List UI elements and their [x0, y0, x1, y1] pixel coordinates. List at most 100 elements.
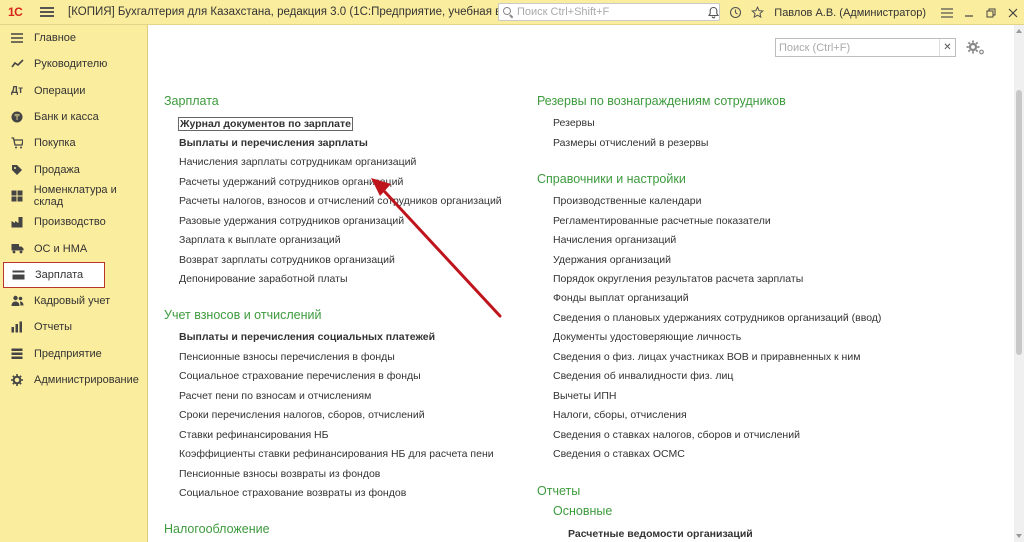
panel-search-input[interactable]: Поиск (Ctrl+F) ✕	[775, 38, 956, 57]
link-penalty-calculation[interactable]: Расчет пени по взносам и отчислениям	[179, 390, 371, 402]
section-panel: Поиск (Ctrl+F) ✕ Зарплата Журнал докумен…	[149, 25, 1024, 542]
window-title: [КОПИЯ] Бухгалтерия для Казахстана, реда…	[68, 6, 537, 18]
sidebar-item-manager[interactable]: Руководителю	[0, 51, 147, 77]
sidebar-item-operations[interactable]: Дт Операции	[0, 78, 147, 104]
link-social-insurance-transfers[interactable]: Социальное страхование перечисления в фо…	[179, 370, 421, 382]
link-ipn-deductions[interactable]: Вычеты ИПН	[553, 390, 616, 402]
link-osms-rates[interactable]: Сведения о ставках ОСМС	[553, 448, 685, 460]
chart-icon	[10, 57, 24, 71]
sidebar-item-sales[interactable]: Продажа	[0, 156, 147, 182]
clear-search-icon[interactable]: ✕	[939, 39, 955, 56]
sidebar-item-purchase[interactable]: Покупка	[0, 130, 147, 156]
link-org-accruals[interactable]: Начисления организаций	[553, 234, 676, 246]
bank-icon: ₸	[10, 110, 24, 124]
link-social-insurance-returns[interactable]: Социальное страхование возвраты из фондо…	[179, 487, 406, 499]
history-icon[interactable]	[724, 0, 746, 25]
link-refinancing-coefficients[interactable]: Коэффициенты ставки рефинансирования НБ …	[179, 448, 494, 460]
link-salary-return[interactable]: Возврат зарплаты сотрудников организаций	[179, 254, 395, 266]
settings-menu-icon[interactable]	[936, 0, 958, 25]
scroll-thumb[interactable]	[1016, 90, 1022, 355]
production-icon	[10, 215, 24, 229]
1c-logo-icon: 1С	[8, 5, 23, 19]
reports-icon	[10, 320, 24, 334]
operations-icon: Дт	[10, 85, 24, 97]
sidebar-item-main[interactable]: Главное	[0, 25, 147, 51]
favorites-star-icon[interactable]	[746, 0, 768, 25]
close-window-icon[interactable]	[1002, 0, 1024, 25]
sidebar-item-label: Администрирование	[34, 374, 139, 386]
subsection-main-reports-title: Основные	[553, 504, 613, 518]
link-planned-deductions[interactable]: Сведения о плановых удержаниях сотрудник…	[553, 312, 881, 324]
sidebar-item-label: ОС и НМА	[34, 242, 88, 255]
admin-gear-icon	[10, 373, 24, 387]
sidebar-item-label: Предприятие	[34, 347, 102, 360]
panel-settings-gear-icon[interactable]	[965, 38, 987, 58]
section-contributions-title: Учет взносов и отчислений	[164, 308, 322, 322]
sale-icon	[10, 163, 24, 177]
link-pension-transfers[interactable]: Пенсионные взносы перечисления в фонды	[179, 351, 395, 363]
sidebar-item-hr[interactable]: Кадровый учет	[0, 288, 147, 314]
link-salary-to-pay[interactable]: Зарплата к выплате организаций	[179, 234, 341, 246]
sidebar-item-label: Отчеты	[34, 321, 73, 334]
link-tax-calculations[interactable]: Расчеты налогов, взносов и отчислений со…	[179, 195, 502, 207]
section-reserves-title: Резервы по вознаграждениям сотрудников	[537, 94, 786, 108]
link-refinancing-rates[interactable]: Ставки рефинансирования НБ	[179, 429, 329, 441]
link-production-calendars[interactable]: Производственные календари	[553, 195, 701, 207]
warehouse-icon	[10, 189, 24, 203]
minimize-icon[interactable]	[958, 0, 980, 25]
search-icon	[503, 7, 513, 17]
link-onetime-deductions[interactable]: Разовые удержания сотрудников организаци…	[179, 215, 404, 227]
section-reports-title: Отчеты	[537, 484, 581, 498]
link-reserves[interactable]: Резервы	[553, 117, 595, 129]
link-payroll-statements[interactable]: Расчетные ведомости организаций	[568, 528, 753, 540]
link-salary-deposit[interactable]: Депонирование заработной платы	[179, 273, 348, 285]
global-search-input[interactable]: Поиск Ctrl+Shift+F	[498, 3, 720, 21]
enterprise-icon	[10, 347, 24, 361]
link-pension-returns[interactable]: Пенсионные взносы возвраты из фондов	[179, 468, 380, 480]
section-salary-title: Зарплата	[164, 94, 219, 108]
sidebar-item-reports[interactable]: Отчеты	[0, 314, 147, 340]
sidebar-item-bank[interactable]: ₸ Банк и касса	[0, 104, 147, 130]
sidebar-item-label: Руководителю	[34, 58, 108, 71]
sidebar-item-fixed-assets[interactable]: ОС и НМА	[0, 235, 147, 261]
link-salary-payments[interactable]: Выплаты и перечисления зарплаты	[179, 137, 368, 149]
scroll-down-icon[interactable]	[1016, 534, 1022, 538]
link-identity-documents[interactable]: Документы удостоверяющие личность	[553, 331, 741, 343]
link-org-deductions[interactable]: Удержания организаций	[553, 254, 671, 266]
sidebar-item-label: Покупка	[34, 137, 76, 150]
section-settings-title: Справочники и настройки	[537, 172, 686, 186]
sidebar-item-admin[interactable]: Администрирование	[0, 367, 147, 393]
sidebar-item-production[interactable]: Производство	[0, 209, 147, 235]
sidebar-item-salary[interactable]: Зарплата	[3, 261, 105, 288]
restore-icon[interactable]	[980, 0, 1002, 25]
people-icon	[10, 294, 24, 308]
link-veterans-info[interactable]: Сведения о физ. лицах участниках ВОВ и п…	[553, 351, 860, 363]
link-salary-journal[interactable]: Журнал документов по зарплате	[178, 117, 353, 131]
link-payment-terms[interactable]: Сроки перечисления налогов, сборов, отчи…	[179, 409, 425, 421]
link-deduction-calculations[interactable]: Расчеты удержаний сотрудников организаци…	[179, 176, 403, 188]
link-disability-info[interactable]: Сведения об инвалидности физ. лиц	[553, 370, 733, 382]
sidebar-item-label: Главное	[34, 32, 77, 45]
link-payment-funds[interactable]: Фонды выплат организаций	[553, 292, 689, 304]
truck-icon	[10, 242, 24, 256]
link-reserve-rates[interactable]: Размеры отчислений в резервы	[553, 137, 708, 149]
link-taxes-fees[interactable]: Налоги, сборы, отчисления	[553, 409, 687, 421]
link-rounding-order[interactable]: Порядок округления результатов расчета з…	[553, 273, 803, 285]
sidebar-item-label: Продажа	[34, 163, 80, 176]
menu-icon	[10, 31, 24, 45]
scroll-up-icon[interactable]	[1016, 29, 1022, 33]
global-search-placeholder: Поиск Ctrl+Shift+F	[517, 6, 610, 18]
link-salary-accruals[interactable]: Начисления зарплаты сотрудникам организа…	[179, 156, 416, 168]
main-menu-icon[interactable]	[40, 7, 54, 17]
sidebar-item-enterprise[interactable]: Предприятие	[0, 341, 147, 367]
link-regulated-indicators[interactable]: Регламентированные расчетные показатели	[553, 215, 771, 227]
sidebar-item-label: Зарплата	[35, 268, 84, 281]
link-tax-rates[interactable]: Сведения о ставках налогов, сборов и отч…	[553, 429, 800, 441]
link-social-payments[interactable]: Выплаты и перечисления социальных платеж…	[179, 331, 435, 343]
sidebar-item-warehouse[interactable]: Номенклатура и склад	[0, 183, 147, 209]
vertical-scrollbar[interactable]	[1014, 25, 1024, 542]
notifications-bell-icon[interactable]	[702, 0, 724, 25]
sidebar-item-label: Номенклатура и склад	[33, 183, 117, 208]
sections-sidebar: Главное Руководителю Дт Операции ₸ Банк …	[0, 25, 148, 542]
current-user[interactable]: Павлов А.В. (Администратор)	[774, 7, 926, 19]
